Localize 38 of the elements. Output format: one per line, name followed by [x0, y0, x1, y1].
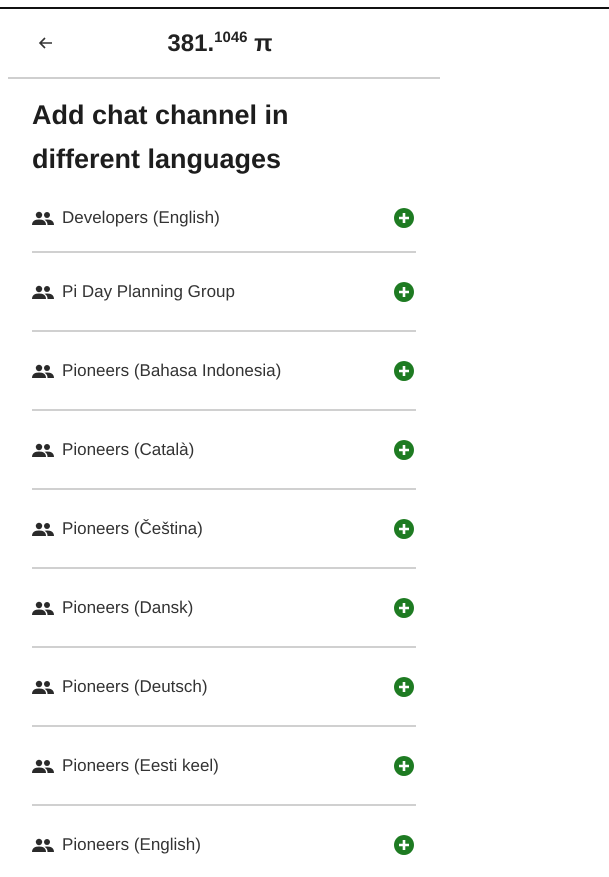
- group-icon: [32, 838, 54, 852]
- page-heading: Add chat channel in different languages: [32, 99, 290, 176]
- channel-name: Pioneers (Català): [62, 440, 196, 460]
- add-icon[interactable]: [394, 598, 414, 618]
- channel-row[interactable]: Pioneers (English): [32, 806, 416, 877]
- add-icon[interactable]: [394, 440, 414, 460]
- group-icon: [32, 364, 54, 378]
- channel-name: Pioneers (Eesti keel): [62, 756, 220, 776]
- add-icon[interactable]: [394, 676, 414, 696]
- add-icon[interactable]: [394, 282, 414, 302]
- channel-row[interactable]: Pioneers (Dansk): [32, 569, 416, 648]
- channel-name: Pioneers (Deutsch): [62, 676, 209, 696]
- channel-row[interactable]: Pioneers (Eesti keel): [32, 727, 416, 806]
- channel-row[interactable]: Developers (English): [32, 185, 416, 253]
- add-icon[interactable]: [394, 756, 414, 776]
- channel-row[interactable]: Pioneers (Català): [32, 411, 416, 490]
- channel-row[interactable]: Pi Day Planning Group: [32, 253, 416, 332]
- add-icon[interactable]: [394, 518, 414, 538]
- channel-row[interactable]: Pioneers (Čeština): [32, 490, 416, 569]
- channel-name: Pioneers (Čeština): [62, 518, 204, 538]
- group-icon: [32, 758, 54, 772]
- group-icon: [32, 284, 54, 298]
- group-icon: [32, 442, 54, 456]
- channel-row[interactable]: Pioneers (Deutsch): [32, 648, 416, 727]
- group-icon: [32, 680, 54, 694]
- group-icon: [32, 211, 54, 225]
- add-icon[interactable]: [394, 208, 414, 228]
- group-icon: [32, 522, 54, 536]
- channel-name: Pioneers (English): [62, 834, 202, 854]
- balance-title: 381.$^{1046}$ π: [167, 28, 273, 58]
- channel-name: Pioneers (Bahasa Indonesia): [62, 360, 282, 380]
- channel-name: Pi Day Planning Group: [62, 282, 236, 302]
- group-icon: [32, 600, 54, 614]
- add-icon[interactable]: [394, 834, 414, 854]
- channel-row[interactable]: Pioneers (Bahasa Indonesia): [32, 332, 416, 411]
- channel-name: Pioneers (Dansk): [62, 598, 194, 618]
- add-icon[interactable]: [394, 360, 414, 380]
- channel-name: Developers (English): [62, 208, 221, 228]
